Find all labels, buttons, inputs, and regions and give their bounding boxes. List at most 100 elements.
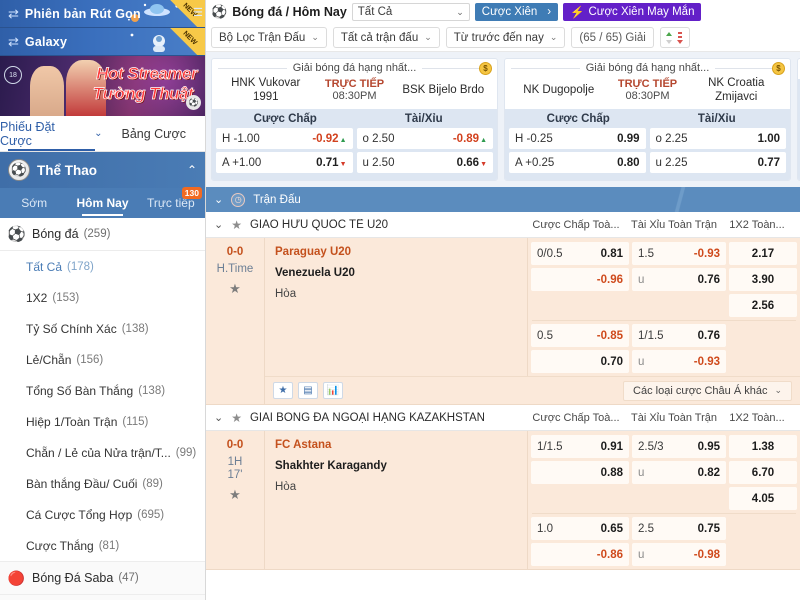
1x2-cell-empty [729, 350, 797, 373]
handicap-cell[interactable]: 0.70 [531, 350, 629, 373]
overunder-cell[interactable]: u -0.98 [632, 543, 726, 566]
1x2-cell[interactable]: 3.90 [729, 268, 797, 291]
star-icon[interactable]: ★ [273, 382, 293, 399]
handicap-cell[interactable]: 1.0 0.65 [531, 517, 629, 540]
handicap-cell[interactable]: 0.5 -0.85 [531, 324, 629, 347]
overunder-cell[interactable]: 1/1.5 0.76 [632, 324, 726, 347]
home-team-name[interactable]: Paraguay U20 [275, 246, 527, 258]
match-teams: FC Astana Shakhter Karagandy Hòa [265, 431, 527, 569]
odds-row: 2.56 [531, 294, 797, 317]
featured-match-card[interactable]: Giải bóng đá hạng nhất... $ NK Dugopolje… [504, 58, 791, 181]
sidebar-group-football[interactable]: ⚽ Bóng đá (259) [0, 218, 205, 251]
overunder-cell[interactable]: u 0.82 [632, 461, 726, 484]
1x2-cell[interactable]: 2.56 [729, 294, 797, 317]
sidebar-item-half-odd-even[interactable]: Chẵn / Lẻ của Nửa trận/T... (99) [0, 437, 205, 468]
odds-value: -0.92 [312, 132, 339, 145]
handicap-away-cell[interactable]: A +1.00 0.71▼ [216, 152, 353, 174]
tab-live[interactable]: Trực tiếp 130 [137, 187, 205, 218]
sidebar-item-tat-ca[interactable]: Tất Cả (178) [0, 251, 205, 282]
overunder-cell[interactable]: u 0.76 [632, 268, 726, 291]
star-icon[interactable]: ★ [231, 411, 242, 425]
sidebar-item-saba-football[interactable]: 🔴 Bóng Đá Saba (47) [0, 561, 205, 594]
sports-section-header[interactable]: ⚽ Thể Thao ⌃ [0, 152, 205, 188]
tab-early[interactable]: Sớm [0, 188, 68, 218]
handicap-home-cell[interactable]: H -1.00 -0.92▲ [216, 128, 353, 150]
sidebar-item-total-goals[interactable]: Tổng Số Bàn Thắng (138) [0, 375, 205, 406]
chevron-down-icon[interactable]: ⌄ [214, 193, 223, 206]
match-section-bar[interactable]: ⌄ ◷ Trận Đấu [206, 187, 800, 212]
filter-league-count[interactable]: (65 / 65) Giải [571, 27, 654, 48]
handicap-cell[interactable]: 1/1.5 0.91 [531, 435, 629, 458]
match-score: 0-0 [226, 439, 244, 451]
tab-bet-board[interactable]: Bảng Cược [103, 116, 206, 151]
odds-row: 0.5 -0.85 1/1.5 0.76 [531, 324, 797, 347]
home-team-name[interactable]: FC Astana [275, 439, 527, 451]
league-header[interactable]: ⌄ ★ GIAO HỮU QUỐC TẾ U20 Cược Chấp Toà..… [206, 212, 800, 238]
stats-icon[interactable]: 📊 [323, 382, 343, 399]
handicap-home-cell[interactable]: H -0.25 0.99 [509, 128, 646, 150]
sidebar-item-correct-score[interactable]: Tỷ Số Chính Xác (138) [0, 313, 205, 344]
away-team-name[interactable]: Shakhter Karagandy [275, 460, 527, 472]
overunder-cell[interactable]: 2.5/3 0.95 [632, 435, 726, 458]
overunder-cell[interactable]: u -0.93 [632, 350, 726, 373]
odds-divider [532, 320, 796, 321]
sidebar-item-outright[interactable]: Cược Thắng (81) [0, 530, 205, 561]
filter-match-filter[interactable]: Bộ Lọc Trận Đấu ⌄ [211, 27, 327, 48]
1x2-cell-empty [729, 543, 797, 566]
overunder-cell[interactable]: 2.5 0.75 [632, 517, 726, 540]
hot-streamer-banner[interactable]: Hot Streamer Tường Thuật 18 ⚽ [0, 56, 205, 116]
promo-banner-galaxy[interactable]: ⇄ Galaxy NEW [0, 28, 205, 56]
1x2-cell[interactable]: 6.70 [729, 461, 797, 484]
1x2-cell[interactable]: 2.17 [729, 242, 797, 265]
sidebar-item-label: Tất Cả [26, 259, 63, 274]
sidebar-item-odd-even[interactable]: Lẻ/Chẵn (156) [0, 344, 205, 375]
promo-banner-compact-version[interactable]: ⇄ Phiên bản Rút Gọn NEW ☰ [0, 0, 205, 28]
sidebar-item-first-last-goal[interactable]: Bàn thắng Đầu/ Cuối (89) [0, 468, 205, 499]
handicap-cell[interactable]: -0.96 [531, 268, 629, 291]
filter-time-range[interactable]: Từ trước đến nay ⌄ [445, 27, 566, 48]
asian-markets-expander[interactable]: Các loại cược Châu Á khác ⌄ [623, 380, 792, 401]
overunder-over-cell[interactable]: o 2.25 1.00 [649, 128, 786, 150]
sidebar-item-mix-parlay[interactable]: Cá Cược Tổng Hợp (695) [0, 499, 205, 530]
handicap-cell[interactable]: 0.88 [531, 461, 629, 484]
handicap-cell[interactable]: -0.86 [531, 543, 629, 566]
overunder-over-cell[interactable]: o 2.50 -0.89▲ [356, 128, 493, 150]
sort-filter-icon[interactable] [659, 27, 690, 48]
card-away-team: BSK Bijelo Brdo [402, 84, 485, 96]
chevron-up-icon[interactable]: ⌃ [187, 163, 197, 177]
chevron-down-icon[interactable]: ⌄ [214, 218, 223, 231]
1x2-cell[interactable]: 4.05 [729, 487, 797, 510]
odds-key: H -0.25 [515, 132, 553, 145]
league-header[interactable]: ⌄ ★ GIẢI BÓNG ĐÁ NGOẠI HẠNG KAZAKHSTAN C… [206, 405, 800, 431]
overunder-under-cell[interactable]: u 2.25 0.77 [649, 152, 786, 174]
chevron-down-icon: ⌄ [311, 32, 319, 42]
menu-icon[interactable]: ☰ [193, 6, 203, 19]
overunder-under-cell[interactable]: u 2.50 0.66▼ [356, 152, 493, 174]
away-team-name[interactable]: Venezuela U20 [275, 267, 527, 279]
tab-today[interactable]: Hôm Nay [68, 188, 136, 218]
favorite-star-icon[interactable]: ★ [206, 281, 264, 297]
handicap-cell[interactable]: 0/0.5 0.81 [531, 242, 629, 265]
handicap-away-cell[interactable]: A +0.25 0.80 [509, 152, 646, 174]
match-main: Paraguay U20 Venezuela U20 Hòa 0/0.5 0.8… [265, 238, 800, 376]
handicap-cell-empty [531, 294, 629, 317]
chevron-right-icon: › [547, 6, 552, 18]
lucky-parlay-button[interactable]: ⚡ Cược Xiên May Mắn [563, 3, 702, 21]
filter-all-matches[interactable]: Tất cả trận đấu ⌄ [332, 27, 440, 48]
favorite-star-icon[interactable]: ★ [206, 487, 264, 503]
league-select[interactable]: Tất Cả ⌄ [351, 3, 470, 21]
sidebar-item-1x2[interactable]: 1X2 (153) [0, 282, 205, 313]
star-icon[interactable]: ★ [231, 218, 242, 232]
overunder-cell[interactable]: 1.5 -0.93 [632, 242, 726, 265]
parlay-button[interactable]: Cược Xiên › [474, 3, 559, 21]
sidebar-item-half-full[interactable]: Hiệp 1/Toàn Trận (115) [0, 406, 205, 437]
chevron-down-icon[interactable]: ⌄ [214, 411, 223, 424]
sidebar-item-basketball[interactable]: 🏀 Bóng rổ (261) [0, 594, 205, 600]
featured-match-card[interactable]: Giải bóng đá hạng nhất... $ HNK Vukovar … [211, 58, 498, 181]
list-icon[interactable]: ▤ [298, 382, 318, 399]
odds-key: 1.5 [638, 247, 654, 260]
1x2-cell[interactable]: 1.38 [729, 435, 797, 458]
tab-bet-slip[interactable]: Phiếu Đặt Cược ⌄ [0, 116, 103, 151]
odds-key: u [638, 466, 645, 479]
sidebar-nav: ⚽ Bóng đá (259) Tất Cả (178) 1X2 (153) T… [0, 218, 205, 600]
